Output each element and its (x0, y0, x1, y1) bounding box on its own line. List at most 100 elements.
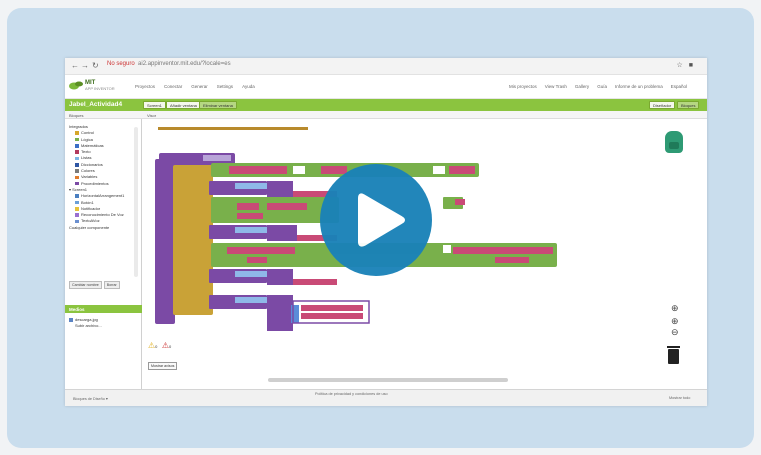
show-warnings-button[interactable]: Mostrar avisos (148, 362, 178, 370)
project-name: Jabel_Actividad4 (69, 101, 123, 108)
play-icon (358, 193, 405, 247)
image-file-icon (69, 318, 73, 322)
menu-help[interactable]: Ayuda (242, 84, 255, 89)
panel-scrollbar[interactable] (134, 127, 138, 277)
collapsed-block (158, 127, 308, 130)
dictionaries-icon (75, 162, 79, 167)
gallery-link[interactable]: Gallery (575, 84, 589, 89)
media-item-label: descarga.jpg (75, 317, 98, 322)
tree-item-label: HorizontalArrangement1 (81, 193, 125, 199)
call-notifier-row2 (209, 225, 337, 241)
text-to-speech-icon (75, 219, 79, 224)
tree-item-any-component[interactable]: Cualquier componente (69, 225, 124, 231)
procedures-icon (75, 181, 79, 186)
call-notifier-row1 (209, 181, 337, 197)
tree-item-label: Screen1 (72, 186, 88, 192)
logo-subtitle: APP INVENTOR (85, 86, 115, 91)
blocks-tree: Integrados Control Lógica Matemáticas Te… (69, 124, 124, 231)
delete-button[interactable]: Borrar (103, 281, 120, 289)
control-icon (75, 131, 79, 136)
viewer-title: Visor (147, 112, 157, 118)
tree-item-label: Matemáticas (81, 142, 104, 148)
notifier-icon (75, 207, 79, 211)
recenter-icon[interactable]: ⊕ (671, 304, 679, 313)
media-header: Medios (65, 305, 142, 313)
language-select[interactable]: Español (671, 84, 687, 89)
call-notifier-row3 (209, 269, 337, 285)
speech-icon (75, 213, 79, 217)
media-list: descarga.jpg Subir archivo... (69, 317, 102, 329)
app-logo: MIT APP INVENTOR (85, 80, 115, 92)
blocks-button[interactable]: Bloques (677, 101, 700, 109)
play-button[interactable] (320, 164, 432, 276)
show-all-button[interactable]: Mostrar todo (669, 396, 690, 400)
my-projects-link[interactable]: Mis proyectos (509, 84, 537, 89)
security-warning: No seguro (107, 61, 135, 67)
upload-file-button[interactable]: Subir archivo... (69, 323, 102, 329)
variables-icon (75, 175, 79, 180)
workspace-scrollbar[interactable] (268, 378, 508, 382)
tree-item-label: Listas (81, 155, 92, 161)
designer-button[interactable]: Diseñador (649, 101, 676, 109)
report-link[interactable]: Informe de un problema (615, 84, 663, 89)
backpack-icon[interactable] (665, 131, 683, 153)
tree-item-label: Colores (81, 168, 95, 174)
footer-bar: Bloques de Diseño ▾ Política de privacid… (65, 389, 707, 406)
tree-item-label: Texto (81, 149, 91, 155)
error-count: 0 (169, 344, 172, 349)
browser-toolbar: ← → ↻ No seguro ai2.appinventor.mit.edu/… (65, 58, 707, 75)
tree-item-label: Lógica (81, 136, 93, 142)
logic-icon (75, 137, 79, 142)
warning-count: 0 (155, 344, 158, 349)
tree-item-label: Diccionarios (81, 161, 103, 167)
if-block (173, 165, 213, 315)
panel-headers: Bloques Visor (65, 111, 707, 119)
menu-connect[interactable]: Conectar (164, 84, 182, 89)
guide-link[interactable]: Guía (597, 84, 607, 89)
lists-icon (75, 156, 79, 161)
zoom-out-icon[interactable]: ⊖ (671, 328, 679, 337)
view-trash-link[interactable]: View Trash (545, 84, 567, 89)
tree-item-label: Procedimientos (81, 180, 109, 186)
app-header: MIT APP INVENTOR Proyectos Conectar Gener… (65, 75, 707, 99)
project-toolbar: Jabel_Actividad4 Screen1 Añadir ventana … (65, 99, 707, 111)
colors-icon (75, 169, 79, 173)
tree-item-arrangement[interactable]: HorizontalArrangement1 (69, 193, 124, 199)
rename-button[interactable]: Cambiar nombre (69, 281, 102, 289)
menu-projects[interactable]: Proyectos (135, 84, 155, 89)
back-icon[interactable]: ← (71, 61, 79, 70)
arrangement-icon (75, 194, 79, 198)
component-actions: Cambiar nombre Borrar (69, 281, 120, 289)
privacy-link[interactable]: Política de privacidad y condiciones de … (315, 392, 388, 396)
url-text: ai2.appinventor.mit.edu/?locale=es (138, 61, 231, 67)
reload-icon[interactable]: ↻ (92, 61, 99, 70)
blocks-panel: Integrados Control Lógica Matemáticas Te… (65, 119, 142, 399)
blocks-panel-title: Bloques (69, 112, 84, 118)
zoom-in-icon[interactable]: ⊕ (671, 317, 679, 326)
math-icon (75, 144, 79, 148)
text-icon (75, 150, 79, 154)
warning-indicators: ⚠0 ⚠0 (148, 341, 171, 350)
button-icon (75, 200, 79, 205)
tree-item-label: Notificador (81, 205, 101, 211)
tree-item-label: Botón1 (81, 199, 94, 205)
remove-screen-button[interactable]: Eliminar ventana (199, 101, 237, 109)
address-bar[interactable]: No seguro ai2.appinventor.mit.edu/?local… (107, 61, 231, 67)
browser-actions[interactable]: ☆■ (676, 61, 699, 69)
trash-icon[interactable] (667, 346, 680, 364)
app-inventor-logo-icon (69, 81, 83, 90)
error-icon: ⚠ (161, 341, 170, 350)
tree-item-label: TextoAVoz (81, 218, 100, 224)
tree-item-label: Variables (81, 174, 98, 180)
top-menu: Proyectos Conectar Generar Settings Ayud… (135, 84, 255, 89)
screen-select[interactable]: Screen1 (143, 101, 166, 109)
forward-icon[interactable]: → (81, 61, 89, 70)
menu-build[interactable]: Generar (191, 84, 208, 89)
footer-left[interactable]: Bloques de Diseño ▾ (73, 396, 108, 401)
right-menu: Mis proyectos View Trash Gallery Guía In… (509, 84, 687, 89)
menu-settings[interactable]: Settings (217, 84, 233, 89)
tree-item-label: Reconocimiento De Voz (81, 212, 124, 218)
add-screen-button[interactable]: Añadir ventana (166, 101, 201, 109)
tree-item-label: Control (81, 130, 94, 136)
call-notifier-row4 (209, 295, 370, 331)
